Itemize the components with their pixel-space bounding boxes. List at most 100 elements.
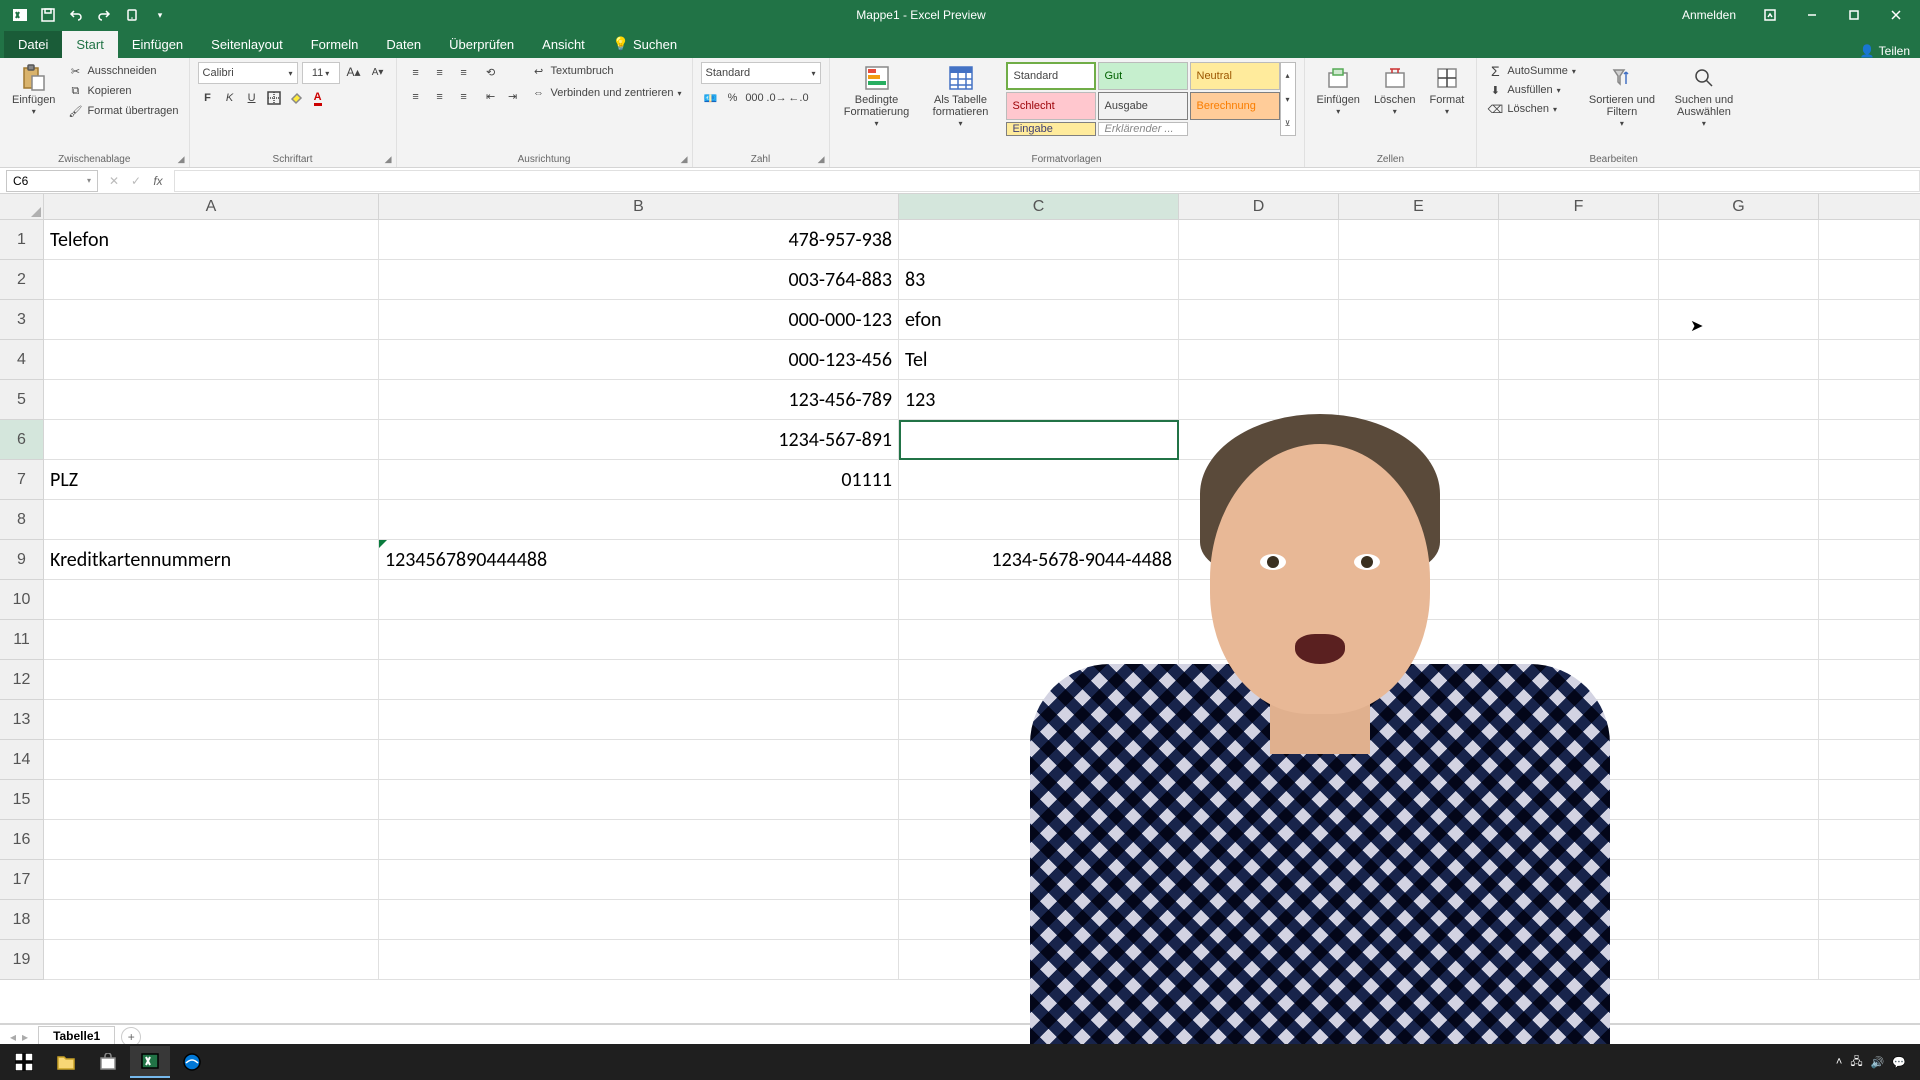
cell-B16[interactable] [379, 820, 899, 860]
cell-E11[interactable] [1339, 620, 1499, 660]
cell-E5[interactable] [1339, 380, 1499, 420]
cell-D14[interactable] [1179, 740, 1339, 780]
cell-D6[interactable] [1179, 420, 1339, 460]
tab-insert[interactable]: Einfügen [118, 31, 197, 58]
row-header[interactable]: 19 [0, 940, 44, 980]
cell-C3[interactable]: efon [899, 300, 1179, 340]
insert-function-icon[interactable]: fx [148, 174, 168, 188]
cell-B5[interactable]: 123-456-789 [379, 380, 899, 420]
cell-A2[interactable] [44, 260, 379, 300]
cell-F3[interactable] [1499, 300, 1659, 340]
cell-A10[interactable] [44, 580, 379, 620]
cell-D11[interactable] [1179, 620, 1339, 660]
row-header[interactable]: 15 [0, 780, 44, 820]
cell-F1[interactable] [1499, 220, 1659, 260]
cell-D19[interactable] [1179, 940, 1339, 980]
decrease-decimal-icon[interactable]: ←.0 [789, 88, 809, 108]
cell-B13[interactable] [379, 700, 899, 740]
fill-button[interactable]: ⬇Ausfüllen▾ [1485, 81, 1578, 99]
cell-E13[interactable] [1339, 700, 1499, 740]
cell-A16[interactable] [44, 820, 379, 860]
chevron-up-icon[interactable]: ▴ [1281, 71, 1295, 80]
cell-B6[interactable]: 1234-567-891 [379, 420, 899, 460]
cell-B1[interactable]: 478-957-938 [379, 220, 899, 260]
row-header[interactable]: 7 [0, 460, 44, 500]
autosum-button[interactable]: ΣAutoSumme▾ [1485, 62, 1578, 80]
cell-G11[interactable] [1659, 620, 1819, 660]
italic-button[interactable]: K [220, 88, 240, 108]
format-as-table-button[interactable]: Als Tabelle formatieren▾ [922, 62, 1000, 131]
cell-A9[interactable]: Kreditkartennummern [44, 540, 379, 580]
excel-app-icon[interactable] [8, 3, 32, 27]
cell-G13[interactable] [1659, 700, 1819, 740]
signin-link[interactable]: Anmelden [1670, 8, 1748, 22]
border-button[interactable] [264, 88, 284, 108]
cell-E14[interactable] [1339, 740, 1499, 780]
style-ausgabe[interactable]: Ausgabe [1098, 92, 1188, 120]
cell-H11[interactable] [1819, 620, 1920, 660]
cell-F9[interactable] [1499, 540, 1659, 580]
cell-C2[interactable]: 83 [899, 260, 1179, 300]
cell-C4[interactable]: Tel [899, 340, 1179, 380]
align-right-icon[interactable]: ≡ [453, 86, 475, 108]
cell-F13[interactable] [1499, 700, 1659, 740]
enter-icon[interactable]: ✓ [126, 174, 146, 188]
cell-H18[interactable] [1819, 900, 1920, 940]
gallery-expand-icon[interactable]: ⊻ [1281, 119, 1295, 128]
cell-E12[interactable] [1339, 660, 1499, 700]
tab-formulas[interactable]: Formeln [297, 31, 373, 58]
tab-review[interactable]: Überprüfen [435, 31, 528, 58]
row-header[interactable]: 5 [0, 380, 44, 420]
cell-B19[interactable] [379, 940, 899, 980]
cell-C17[interactable] [899, 860, 1179, 900]
format-cells-button[interactable]: Format▾ [1426, 62, 1469, 119]
row-header[interactable]: 1 [0, 220, 44, 260]
cell-A7[interactable]: PLZ [44, 460, 379, 500]
style-eingabe[interactable]: Eingabe [1006, 122, 1096, 136]
cell-C1[interactable] [899, 220, 1179, 260]
row-header[interactable]: 13 [0, 700, 44, 740]
tab-data[interactable]: Daten [372, 31, 435, 58]
select-all-corner[interactable] [0, 194, 44, 219]
row-header[interactable]: 8 [0, 500, 44, 540]
cell-A1[interactable]: Telefon [44, 220, 379, 260]
cell-F12[interactable] [1499, 660, 1659, 700]
cell-D2[interactable] [1179, 260, 1339, 300]
increase-font-icon[interactable]: A▴ [344, 62, 364, 82]
taskbar-excel-icon[interactable] [130, 1046, 170, 1078]
comma-format-icon[interactable]: 000 [745, 88, 765, 108]
cell-G2[interactable] [1659, 260, 1819, 300]
cell-G15[interactable] [1659, 780, 1819, 820]
cell-H4[interactable] [1819, 340, 1920, 380]
cell-A14[interactable] [44, 740, 379, 780]
cell-F15[interactable] [1499, 780, 1659, 820]
cell-G19[interactable] [1659, 940, 1819, 980]
cell-A15[interactable] [44, 780, 379, 820]
align-left-icon[interactable]: ≡ [405, 86, 427, 108]
cell-H15[interactable] [1819, 780, 1920, 820]
cut-button[interactable]: ✂Ausschneiden [65, 62, 180, 80]
cell-F10[interactable] [1499, 580, 1659, 620]
dialog-launcher-icon[interactable]: ◢ [681, 154, 688, 165]
col-header-A[interactable]: A [44, 194, 379, 219]
style-neutral[interactable]: Neutral [1190, 62, 1280, 90]
cell-E15[interactable] [1339, 780, 1499, 820]
name-box[interactable]: C6▾ [6, 170, 98, 192]
style-berechnung[interactable]: Berechnung [1190, 92, 1280, 120]
insert-cells-button[interactable]: Einfügen▾ [1313, 62, 1364, 119]
fill-color-button[interactable] [286, 88, 306, 108]
percent-format-icon[interactable]: % [723, 88, 743, 108]
tab-file[interactable]: Datei [4, 31, 62, 58]
cell-A18[interactable] [44, 900, 379, 940]
taskbar-file-explorer-icon[interactable] [46, 1046, 86, 1078]
cell-G10[interactable] [1659, 580, 1819, 620]
align-center-icon[interactable]: ≡ [429, 86, 451, 108]
cell-C15[interactable] [899, 780, 1179, 820]
cell-E6[interactable] [1339, 420, 1499, 460]
cell-F16[interactable] [1499, 820, 1659, 860]
cell-B8[interactable] [379, 500, 899, 540]
row-header[interactable]: 4 [0, 340, 44, 380]
cell-A5[interactable] [44, 380, 379, 420]
cell-B11[interactable] [379, 620, 899, 660]
decrease-font-icon[interactable]: A▾ [368, 62, 388, 82]
